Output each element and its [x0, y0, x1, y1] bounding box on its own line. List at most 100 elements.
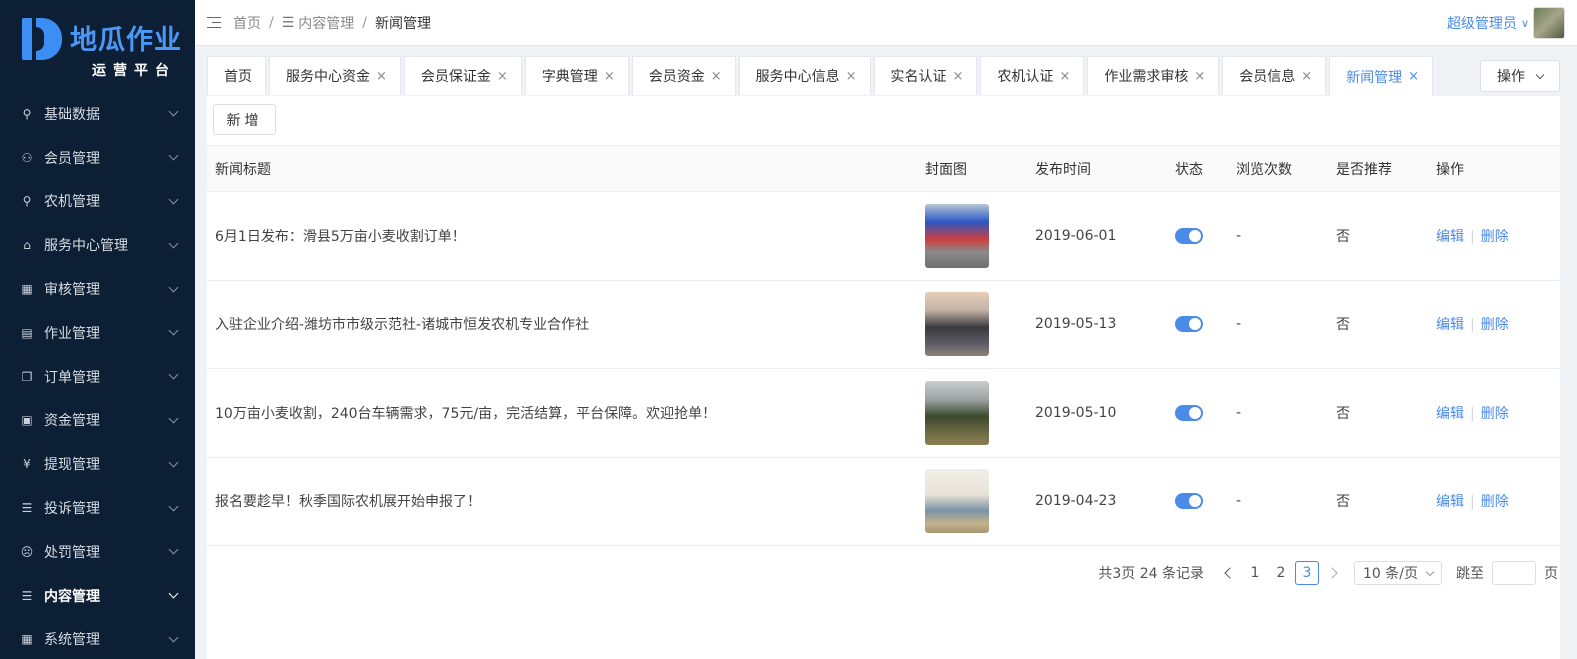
close-icon[interactable]: ×: [1408, 69, 1419, 84]
tab-item[interactable]: 首页: [207, 56, 266, 95]
breadcrumb-separator: /: [362, 14, 367, 31]
tab-label: 实名认证: [890, 69, 947, 85]
prev-page-icon[interactable]: [1224, 567, 1236, 579]
tab-item[interactable]: 实名认证 ×: [873, 56, 978, 95]
wrench-icon: ⚲: [22, 194, 32, 209]
view-count: -: [1236, 316, 1242, 333]
sidebar-item[interactable]: ☹ 处罚管理: [0, 530, 195, 574]
sidebar-item[interactable]: ⚇ 会员管理: [0, 136, 195, 180]
delete-link[interactable]: 删除: [1481, 317, 1509, 333]
tab-label: 农机认证: [997, 69, 1054, 85]
close-icon[interactable]: ×: [711, 69, 722, 84]
status-cell: [1175, 493, 1236, 510]
sidebar-item[interactable]: ❐ 订单管理: [0, 355, 195, 399]
status-cell: [1175, 404, 1236, 421]
user-menu[interactable]: 超级管理员 ∨: [1447, 7, 1565, 39]
status-toggle[interactable]: [1175, 404, 1203, 421]
page-number[interactable]: 1: [1243, 561, 1267, 585]
tab-item[interactable]: 服务中心资金 ×: [269, 56, 401, 95]
news-title: 10万亩小麦收割，240台车辆需求，75元/亩，完活结算，平台保障。欢迎抢单！: [215, 405, 717, 422]
sidebar-item[interactable]: ▦ 审核管理: [0, 267, 195, 311]
ops-separator: |: [1470, 228, 1475, 245]
view-count: -: [1236, 404, 1242, 421]
sidebar-item[interactable]: ▤ 作业管理: [0, 311, 195, 355]
view-count: -: [1236, 227, 1242, 244]
pagination-total: 共3页 24 条记录: [1098, 566, 1204, 582]
chevron-down-icon: [168, 238, 179, 249]
user-name[interactable]: 超级管理员: [1447, 13, 1517, 33]
recommend-value: 否: [1336, 405, 1350, 422]
sidebar-item-label: 基础数据: [44, 106, 100, 123]
delete-link[interactable]: 删除: [1481, 406, 1509, 422]
sidebar-item[interactable]: ⚲ 基础数据: [0, 92, 195, 136]
avatar[interactable]: [1533, 7, 1565, 39]
edit-link[interactable]: 编辑: [1436, 406, 1464, 422]
edit-link[interactable]: 编辑: [1436, 229, 1464, 245]
status-toggle[interactable]: [1175, 316, 1203, 333]
cover-cell: [925, 292, 1035, 357]
news-title: 报名要趁早！秋季国际农机展开始申报了！: [215, 494, 481, 511]
jump-page-input[interactable]: [1492, 561, 1536, 585]
add-news-button[interactable]: 新增: [213, 104, 276, 135]
tab-label: 字典管理: [541, 69, 598, 85]
next-page-icon[interactable]: [1326, 567, 1338, 579]
sidebar-item[interactable]: ▣ 资金管理: [0, 399, 195, 443]
close-icon[interactable]: ×: [846, 69, 857, 84]
chevron-down-icon: [168, 457, 179, 468]
page-number[interactable]: 2: [1269, 561, 1293, 585]
ops-cell: 编辑 | 删除: [1436, 314, 1560, 334]
breadcrumb-section[interactable]: 内容管理: [298, 13, 354, 33]
list-icon: ☰: [21, 588, 33, 603]
edit-link[interactable]: 编辑: [1436, 317, 1464, 333]
tab-ops-button[interactable]: 操作: [1480, 60, 1560, 92]
chevron-down-icon: [1535, 70, 1545, 79]
page-size-select[interactable]: 10 条/页: [1354, 561, 1442, 585]
edit-link[interactable]: 编辑: [1436, 494, 1464, 510]
sidebar-item[interactable]: ⌂ 服务中心管理: [0, 223, 195, 267]
chevron-down-icon: [168, 106, 179, 117]
status-toggle[interactable]: [1175, 227, 1203, 244]
ops-cell: 编辑 | 删除: [1436, 226, 1560, 246]
tab-item[interactable]: 农机认证 ×: [980, 56, 1085, 95]
breadcrumb-home[interactable]: 首页: [233, 13, 261, 33]
chevron-down-icon: [168, 369, 179, 380]
news-table: 新闻标题 封面图 发布时间 状态 浏览次数 是否推荐 操作 6月1日发布：滑县5…: [207, 145, 1560, 546]
sidebar-item[interactable]: ⚲ 农机管理: [0, 180, 195, 224]
news-title: 入驻企业介绍-潍坊市市级示范社-诸城市恒发农机专业合作社: [215, 317, 590, 334]
close-icon[interactable]: ×: [1194, 69, 1205, 84]
tab-item[interactable]: 作业需求审核 ×: [1087, 56, 1220, 95]
sidebar-item-label: 资金管理: [44, 413, 100, 430]
close-icon[interactable]: ×: [1059, 69, 1070, 84]
close-icon[interactable]: ×: [604, 69, 615, 84]
chevron-down-icon: [168, 194, 179, 205]
view-count: -: [1236, 493, 1242, 510]
tab-item[interactable]: 新闻管理 ×: [1329, 56, 1434, 96]
sidebar-item[interactable]: ▦ 系统管理: [0, 618, 195, 659]
status-toggle[interactable]: [1175, 493, 1203, 510]
wallet-icon: ▣: [21, 413, 33, 428]
sidebar-item-label: 服务中心管理: [44, 238, 128, 255]
feedback-icon: ☰: [21, 501, 33, 516]
page-numbers: 123: [1242, 561, 1320, 585]
menu-fold-icon[interactable]: [207, 16, 221, 29]
tab-item[interactable]: 字典管理 ×: [524, 56, 629, 95]
tab-label: 服务中心信息: [755, 69, 840, 85]
sidebar-item[interactable]: ☰ 投诉管理: [0, 486, 195, 530]
tab-item[interactable]: 服务中心信息 ×: [738, 56, 871, 95]
tab-item[interactable]: 会员保证金 ×: [403, 56, 522, 95]
close-icon[interactable]: ×: [1301, 69, 1312, 84]
delete-link[interactable]: 删除: [1481, 229, 1509, 245]
close-icon[interactable]: ×: [376, 69, 387, 84]
tab-item[interactable]: 会员信息 ×: [1222, 56, 1327, 95]
table-header: 新闻标题 封面图 发布时间 状态 浏览次数 是否推荐 操作: [207, 145, 1560, 192]
sidebar-item[interactable]: ☰ 内容管理: [0, 574, 195, 618]
brand-subtitle: 运营平台: [92, 63, 176, 79]
tab-item[interactable]: 会员资金 ×: [631, 56, 736, 95]
close-icon[interactable]: ×: [497, 69, 508, 84]
sidebar-item[interactable]: ¥ 提现管理: [0, 442, 195, 486]
document-icon: ▤: [21, 325, 33, 340]
page-number[interactable]: 3: [1295, 561, 1319, 585]
copy-icon: ❐: [21, 369, 33, 384]
delete-link[interactable]: 删除: [1481, 494, 1509, 510]
close-icon[interactable]: ×: [953, 69, 964, 84]
